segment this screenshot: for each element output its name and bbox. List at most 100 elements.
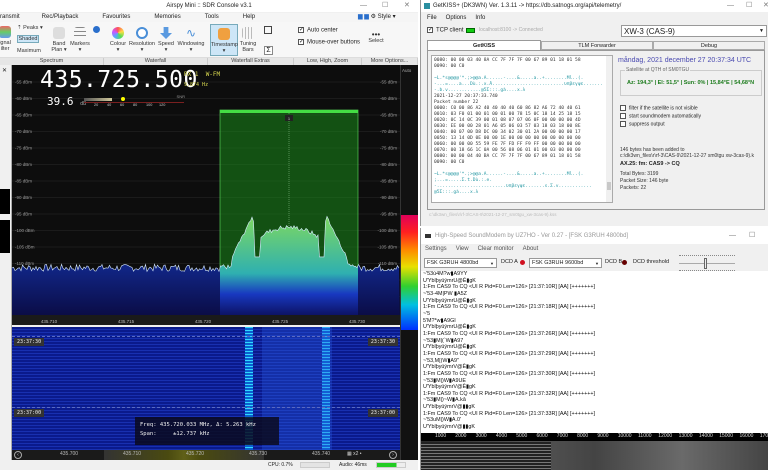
menu-item[interactable]: Help [243,14,255,20]
timestamp-right: 23:37:00 [367,409,398,417]
dbm-label-right: -55 dBm [380,80,397,85]
style-menu[interactable]: ▆ ▆ ⚙ Style ▾ [358,13,396,22]
menu-item[interactable]: Rec/Playback [42,14,79,20]
packet-log[interactable]: 0080: 00 00 03 40 8A CC 7F 7F 7F 00 67 8… [431,55,613,203]
satellite-select[interactable]: XW-3 (CAS-9) ▼ [621,25,767,37]
dbm-label-right: -105 dBm [377,245,397,250]
option-checkbox[interactable]: suppress output [620,120,701,129]
dcd-a-indicator [520,260,525,265]
monitor-output[interactable]: ~'53ú4M?w▮A9YY U'YblþyüýmrU@Ê▮gK 1:Fm CAS9… [421,271,768,433]
menu-item[interactable]: View [456,246,469,252]
label: Colour [109,41,127,47]
square-icon[interactable] [264,26,272,34]
freq-tick: 435.715 [118,319,135,324]
dcd-threshold-slider[interactable] [679,255,735,271]
scroll-left-icon[interactable]: ‹ [14,451,22,459]
dbm-label-right: -85 dBm [380,179,397,184]
mouse-over-buttons-checkbox[interactable]: ✓ Mouse-over buttons [298,39,360,46]
calendar-icon [218,28,230,40]
menu-item[interactable]: ransmit [0,14,20,20]
markers-button[interactable]: Markers ▾ [70,27,90,53]
tcp-status: localhost:8100 -> Connected [479,27,543,33]
minimize-button[interactable]: — [727,0,734,12]
soundmodem-title-bar: High-Speed SoundModem by UZ7HO - Ver 0.2… [421,228,768,244]
menu-item[interactable]: Options [446,15,467,21]
modem-a-select[interactable]: FSK G3RUH 4800bd ▼ [424,258,497,268]
tuning-bars-button[interactable]: Tuning Bars [238,27,258,53]
shaded-button[interactable]: Shaded [17,35,39,43]
windowing-button[interactable]: ∿ Windowing ▾ [176,27,206,53]
smeter-tick: 120 [159,103,166,107]
waterfall[interactable]: 23:37:30 23:37:30 23:37:00 23:37:00 Freq… [12,327,400,450]
close-panel-icon[interactable]: ✕ [2,67,7,74]
peaks-button[interactable]: ⇡ Peaks ▾ [17,25,43,31]
signal-filter-button[interactable]: ignal ilter [0,26,14,52]
modem-b-select[interactable]: FSK G3RUH 9600bd ▼ [529,258,602,268]
globe-icon[interactable] [93,26,100,33]
bottom-freq-tick: 435.730 [249,451,268,457]
menu-item[interactable]: File [427,15,437,21]
tab-debug[interactable]: Debug [653,41,765,50]
checkbox[interactable] [620,105,626,111]
close-button[interactable]: ✕ [404,0,410,12]
timestamp-button[interactable]: Timestamp ▾ [210,24,238,56]
menu-item[interactable]: Clear monitor [478,246,514,252]
added-path: c:\dk3wn_files\r\rf-3\CAS-9\2021-12-27 s… [620,153,754,159]
checkbox[interactable] [620,120,626,127]
menu-item[interactable]: Tools [205,14,219,20]
label: suppress output [629,120,665,127]
menu-item[interactable]: Settings [425,246,447,252]
band-plan-button[interactable]: Band Plan ▾ [50,27,68,53]
label: Timestamp [211,42,238,48]
maximum-button[interactable]: Maximum [17,48,41,54]
cpu-usage: CPU: 0.7% [268,462,293,468]
filter-top-edge[interactable] [220,110,358,113]
sigma-icon[interactable]: Σ [264,46,273,55]
spectrum-display[interactable]: -55 dBm -55 dBm -60 dBm -60 dBm -65 dBm -65 d… [12,65,400,325]
label: Band Plan [51,41,66,53]
menu-item[interactable]: Favourites [102,14,130,20]
monitor-line: ~'53uM|)W▮A.0' [423,417,462,424]
dbm-label-right: -70 dBm [380,129,397,134]
menu-item[interactable]: Info [475,15,485,21]
option-checkbox[interactable]: start soundmodem automatically [620,112,701,121]
auto-label[interactable]: Auto [402,68,411,73]
minimize-button[interactable]: — [729,228,736,244]
zoom-control[interactable]: ▦ x2 • [347,451,362,457]
menu-item[interactable]: About [523,246,539,252]
option-checkbox[interactable]: filter if the satellite is not visible [620,105,701,113]
frequency-scroll-bar[interactable]: ‹ 435.700 435.710 435.720 435.730 435.740 ▦ … [12,450,400,460]
tcp-client-checkbox[interactable]: ✓ TCP client [427,27,464,34]
panel-display [0,220,10,253]
chevron-down-icon: ▼ [595,261,599,266]
menu-item[interactable]: Memories [154,14,180,20]
monitor-line: U'YblþyüýmrU@Ê▮gK [423,344,476,351]
label: TCP client [436,27,464,34]
colorbar[interactable]: Auto [400,65,418,460]
colour-button[interactable]: Colour ▾ [106,27,130,53]
slider-thumb[interactable] [704,258,707,269]
minimize-button[interactable]: — [360,0,367,12]
maximize-button[interactable]: ☐ [749,228,755,244]
scroll-right-icon[interactable]: › [389,451,397,459]
resolution-button[interactable]: Resolution ▾ [128,27,156,53]
audio-scale-tick: 10000 [617,433,632,439]
timestamp-left: 23:37:00 [14,409,45,417]
label: Mouse-over buttons [307,39,361,46]
tab-tlm-forwarder[interactable]: TLM Forwarder [541,41,653,50]
mode: W-FM [205,71,221,78]
close-button[interactable]: ✕ [763,0,768,12]
tab-getkiss[interactable]: GetKISS [427,40,541,50]
auto-center-checkbox[interactable]: ✓ Auto center [298,27,338,34]
frequency-display[interactable]: 435.725.500 [40,67,198,93]
checkbox[interactable] [620,112,626,119]
dbm-label-right: -90 dBm [380,195,397,200]
speed-button[interactable]: Speed ▾ [156,27,176,53]
audio-scale-tick: 15000 [719,433,734,439]
maximize-button[interactable]: ☐ [382,0,388,12]
scrollbar[interactable] [606,56,612,202]
select-button[interactable]: ••• Select [364,31,388,45]
audio-level [376,462,406,468]
maximize-button[interactable]: ☐ [746,0,752,12]
monitor-line: U'YblþyüýmrU@Ê▮gK [423,277,476,284]
